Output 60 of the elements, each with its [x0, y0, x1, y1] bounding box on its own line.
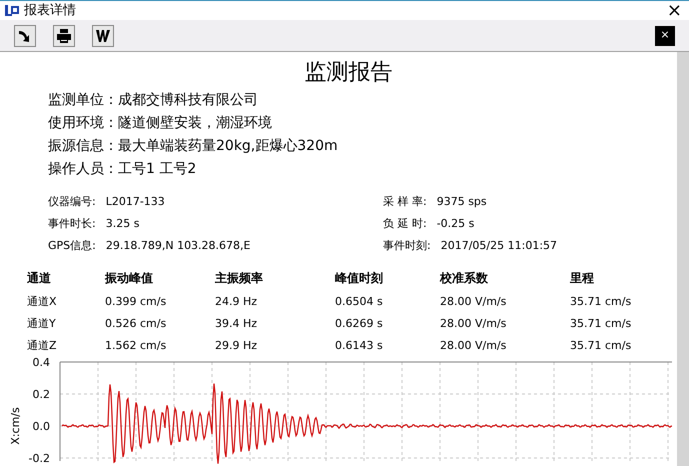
window-title: 报表详情 — [24, 2, 76, 20]
column-header: 振动峰值 — [105, 270, 153, 287]
table-cell-text: 0.6269 s — [335, 316, 383, 332]
table-cell-text: 29.9 Hz — [215, 338, 258, 354]
close-report-button[interactable]: × — [655, 26, 675, 46]
printer-icon — [56, 28, 72, 44]
tick-label: 0.0 — [32, 420, 50, 433]
tick-label: 0.2 — [32, 388, 50, 401]
axis-label: X:cm/s — [9, 407, 22, 445]
param-value: 29.18.789,N 103.28.678,E — [106, 238, 250, 254]
param-label: 负 延 时: — [383, 216, 427, 232]
table-cell-text: 39.4 Hz — [215, 316, 258, 332]
column-header: 通道 — [27, 270, 51, 287]
param-value: 3.25 s — [106, 216, 140, 232]
w-letter-icon — [95, 28, 111, 42]
table-cell-text: 0.6143 s — [335, 338, 383, 354]
param-label: 事件时长: — [48, 216, 96, 232]
table-cell-text: 35.71 cm/s — [570, 294, 632, 310]
table-cell-text: 1.562 cm/s — [105, 338, 166, 354]
param-value: L2017-133 — [106, 194, 165, 210]
table-cell-text: 通道Z — [27, 338, 57, 354]
table-cell-text: 35.71 cm/s — [570, 316, 632, 332]
column-header: 校准系数 — [440, 270, 488, 287]
table-cell-text: 35.71 cm/s — [570, 338, 632, 354]
tick-label: -0.2 — [28, 452, 50, 465]
param-label: 事件时刻: — [383, 238, 431, 254]
table-cell-text: 28.00 V/m/s — [440, 316, 506, 332]
column-header: 里程 — [570, 270, 594, 287]
param-value: -0.25 s — [436, 216, 474, 232]
table-cell-text: 通道Y — [27, 316, 56, 332]
info-value: 隧道侧壁安装，潮湿环境 — [118, 114, 272, 133]
table-cell-text: 0.6504 s — [335, 294, 383, 310]
scrollbar[interactable] — [677, 52, 689, 466]
word-export-button[interactable] — [92, 24, 114, 46]
info-label: 监测单位： — [48, 91, 118, 110]
tick-label: 0.4 — [32, 356, 50, 369]
table-cell-text: 通道X — [27, 294, 57, 310]
close-button[interactable]: × — [662, 2, 686, 20]
param-label: GPS信息: — [48, 238, 96, 254]
table-cell-text: 28.00 V/m/s — [440, 338, 506, 354]
table-cell-text: 0.399 cm/s — [105, 294, 166, 310]
column-header: 主振频率 — [215, 270, 263, 287]
column-header: 峰值时刻 — [335, 270, 383, 287]
print-button[interactable] — [53, 24, 75, 46]
info-value: 工号1 工号2 — [118, 160, 196, 179]
param-label: 采 样 率: — [383, 194, 427, 210]
info-label: 使用环境： — [48, 114, 118, 133]
param-value: 9375 sps — [436, 194, 487, 210]
table-cell-text: 24.9 Hz — [215, 294, 258, 310]
table-cell-text: 0.526 cm/s — [105, 316, 166, 332]
report-title: 监测报告 — [304, 60, 394, 86]
info-label: 操作人员： — [48, 160, 118, 179]
param-label: 仪器编号: — [48, 194, 96, 210]
info-value: 最大单端装药量20kg,距爆心320m — [118, 137, 338, 156]
forward-arrow-button[interactable] — [14, 24, 36, 46]
table-cell-text: 28.00 V/m/s — [440, 294, 506, 310]
info-value: 成都交博科技有限公司 — [118, 91, 258, 110]
param-value: 2017/05/25 11:01:57 — [440, 238, 558, 254]
info-label: 振源信息： — [48, 137, 118, 156]
app-logo-icon — [3, 3, 20, 18]
